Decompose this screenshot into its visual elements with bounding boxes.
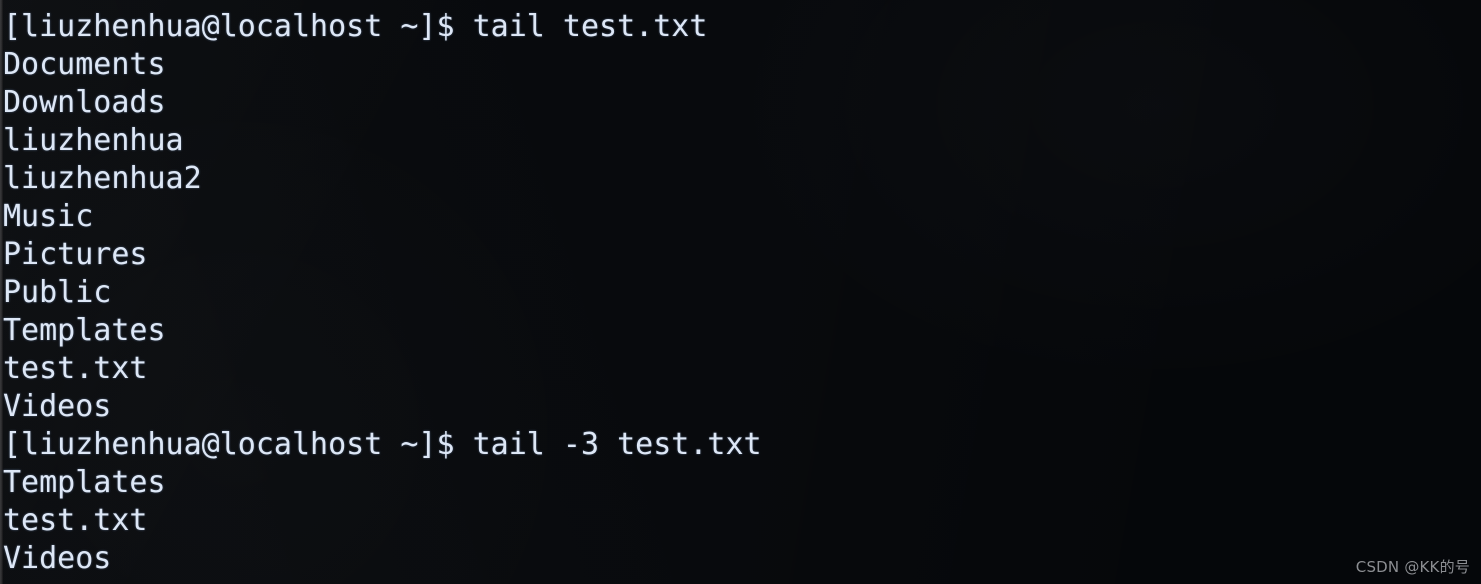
terminal-window[interactable]: [liuzhenhua@localhost ~]$ tail test.txt … (0, 0, 1481, 584)
terminal-line-output: Videos (3, 541, 112, 576)
terminal-line-output: Templates (3, 465, 166, 500)
csdn-watermark: CSDN @KK的号 (1355, 558, 1470, 576)
terminal-line-prompt: [liuzhenhua@localhost ~]$ tail -3 test.t… (3, 427, 762, 462)
terminal-line-output: Music (3, 199, 94, 234)
terminal-line-output: test.txt (3, 503, 148, 538)
terminal-line-output: Public (3, 275, 112, 310)
terminal-line-output: liuzhenhua (3, 123, 184, 158)
terminal-line-prompt: [liuzhenhua@localhost ~]$ tail test.txt (3, 9, 708, 44)
terminal-line-output: Videos (3, 389, 112, 424)
terminal-screen[interactable]: [liuzhenhua@localhost ~]$ tail test.txt … (0, 0, 1481, 584)
terminal-line-output: Templates (3, 313, 166, 348)
terminal-line-output: Pictures (3, 237, 148, 272)
terminal-line-output: Documents (3, 47, 166, 82)
terminal-line-output: liuzhenhua2 (3, 161, 202, 196)
terminal-line-output: test.txt (3, 351, 148, 386)
terminal-line-output: Downloads (3, 85, 166, 120)
